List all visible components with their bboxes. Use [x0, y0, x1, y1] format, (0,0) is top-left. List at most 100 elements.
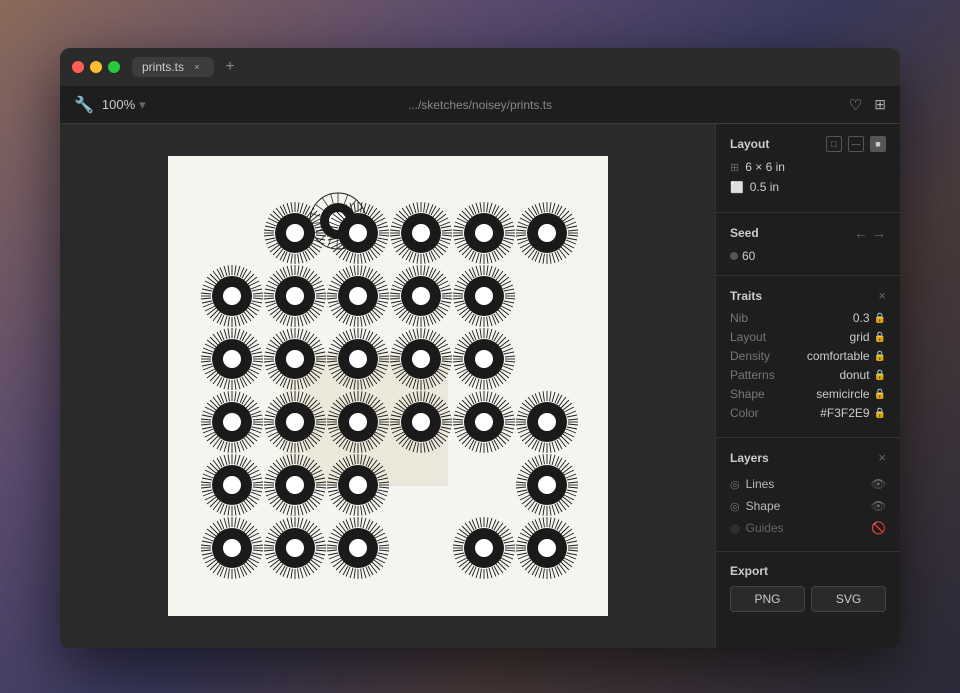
- trait-shape-value: semicircle: [816, 387, 869, 401]
- trait-density-value: comfortable: [807, 349, 870, 363]
- export-section-header: Export: [730, 564, 886, 578]
- trait-patterns-value: donut: [840, 368, 870, 382]
- tab-close-button[interactable]: ×: [190, 60, 204, 74]
- seed-section-header: Seed ← →: [730, 225, 886, 241]
- traffic-lights: [72, 61, 120, 73]
- trait-density-label: Density: [730, 349, 770, 363]
- toolbar-right: ♡ ⊞: [766, 96, 886, 114]
- layer-lines-visibility-button[interactable]: 👁: [871, 477, 886, 491]
- margin-row: ⬜ 0.5 in: [730, 180, 886, 194]
- trait-density-lock-icon[interactable]: 🔒: [874, 351, 886, 362]
- tab-title: prints.ts: [142, 60, 184, 74]
- zoom-chevron-icon: ▾: [139, 97, 146, 113]
- seed-title: Seed: [730, 226, 759, 240]
- layout-section: Layout □ — ■ ⊞ 6 × 6 in ⬜ 0.5 in: [716, 124, 900, 213]
- toolbar-left: 🔧 100% ▾: [74, 95, 194, 115]
- toolbar: 🔧 100% ▾ .../sketches/noisey/prints.ts ♡…: [60, 86, 900, 124]
- trait-color: Color #F3F2E9 🔒: [730, 406, 886, 420]
- trait-shape-label: Shape: [730, 387, 765, 401]
- margin-value: 0.5 in: [750, 180, 886, 194]
- export-buttons: PNG SVG: [730, 586, 886, 612]
- maximize-button[interactable]: [108, 61, 120, 73]
- trait-color-value-group: #F3F2E9 🔒: [820, 406, 886, 420]
- layer-shape-name: Shape: [746, 499, 781, 513]
- layer-shape-visibility-button[interactable]: 👁: [871, 499, 886, 513]
- trait-layout-lock-icon[interactable]: 🔒: [874, 332, 886, 343]
- layout-title: Layout: [730, 137, 769, 151]
- traits-section-header: Traits ×: [730, 288, 886, 303]
- dimensions-value: 6 × 6 in: [745, 160, 886, 174]
- trait-nib-label: Nib: [730, 311, 748, 325]
- export-section: Export PNG SVG: [716, 552, 900, 624]
- traits-title: Traits: [730, 289, 762, 303]
- trait-nib-lock-icon[interactable]: 🔒: [874, 313, 886, 324]
- layer-guides-left: ◎ Guides: [730, 521, 784, 535]
- seed-value-row: 60: [730, 249, 886, 263]
- seed-navigation: ← →: [854, 225, 886, 241]
- trait-patterns-value-group: donut 🔒: [840, 368, 886, 382]
- app-window: prints.ts × + 🔧 100% ▾ .../sketches/nois…: [60, 48, 900, 648]
- dimensions-row: ⊞ 6 × 6 in: [730, 160, 886, 174]
- layer-guides-visibility-button[interactable]: 🚫: [871, 521, 886, 535]
- layers-section-header: Layers ×: [730, 450, 886, 465]
- layer-lines-left: ◎ Lines: [730, 477, 774, 491]
- layer-guides-icon: ◎: [730, 522, 740, 535]
- close-button[interactable]: [72, 61, 84, 73]
- seed-value: 60: [742, 249, 755, 263]
- trait-nib-value-group: 0.3 🔒: [853, 311, 886, 325]
- layer-lines: ◎ Lines 👁: [730, 473, 886, 495]
- traits-section: Traits × Nib 0.3 🔒 Layout grid: [716, 276, 900, 438]
- seed-section: Seed ← → 60: [716, 213, 900, 276]
- grid-view-icon[interactable]: ⊞: [874, 96, 886, 113]
- trait-patterns: Patterns donut 🔒: [730, 368, 886, 382]
- zoom-value: 100%: [102, 97, 135, 112]
- trait-layout: Layout grid 🔒: [730, 330, 886, 344]
- layers-close-button[interactable]: ×: [878, 450, 886, 465]
- title-bar: prints.ts × +: [60, 48, 900, 86]
- trait-shape-lock-icon[interactable]: 🔒: [874, 389, 886, 400]
- zoom-control[interactable]: 100% ▾: [102, 97, 146, 113]
- export-png-button[interactable]: PNG: [730, 586, 805, 612]
- layout-actions: □ — ■: [826, 136, 886, 152]
- right-panel: Layout □ — ■ ⊞ 6 × 6 in ⬜ 0.5 in: [715, 124, 900, 648]
- active-tab[interactable]: prints.ts ×: [132, 57, 214, 77]
- file-path: .../sketches/noisey/prints.ts: [194, 98, 766, 112]
- layer-guides: ◎ Guides 🚫: [730, 517, 886, 539]
- export-title: Export: [730, 564, 768, 578]
- seed-prev-button[interactable]: ←: [854, 225, 868, 241]
- layout-icon-fill[interactable]: ■: [870, 136, 886, 152]
- trait-shape-value-group: semicircle 🔒: [816, 387, 886, 401]
- trait-patterns-lock-icon[interactable]: 🔒: [874, 370, 886, 381]
- seed-dot-indicator: [730, 252, 738, 260]
- trait-density: Density comfortable 🔒: [730, 349, 886, 363]
- trait-layout-value-group: grid 🔒: [850, 330, 886, 344]
- tab-area: prints.ts × +: [132, 57, 240, 77]
- minimize-button[interactable]: [90, 61, 102, 73]
- layout-icon-square[interactable]: □: [826, 136, 842, 152]
- layer-shape-left: ◎ Shape: [730, 499, 780, 513]
- new-tab-button[interactable]: +: [220, 57, 240, 77]
- trait-layout-label: Layout: [730, 330, 766, 344]
- trait-patterns-label: Patterns: [730, 368, 775, 382]
- export-svg-button[interactable]: SVG: [811, 586, 886, 612]
- seed-next-button[interactable]: →: [872, 225, 886, 241]
- tool-icon[interactable]: 🔧: [74, 95, 94, 115]
- trait-color-lock-icon[interactable]: 🔒: [874, 408, 886, 419]
- trait-shape: Shape semicircle 🔒: [730, 387, 886, 401]
- pattern-svg: [178, 166, 598, 606]
- trait-nib-value: 0.3: [853, 311, 870, 325]
- layer-guides-name: Guides: [746, 521, 784, 535]
- traits-close-button[interactable]: ×: [878, 288, 886, 303]
- layers-section: Layers × ◎ Lines 👁 ◎ Shape 👁: [716, 438, 900, 552]
- trait-color-value: #F3F2E9: [820, 406, 869, 420]
- heart-icon[interactable]: ♡: [849, 96, 862, 114]
- trait-density-value-group: comfortable 🔒: [807, 349, 886, 363]
- canvas-area: [60, 124, 715, 648]
- canvas-paper: [168, 156, 608, 616]
- trait-nib: Nib 0.3 🔒: [730, 311, 886, 325]
- trait-color-label: Color: [730, 406, 759, 420]
- layout-icon-dash[interactable]: —: [848, 136, 864, 152]
- main-content: Layout □ — ■ ⊞ 6 × 6 in ⬜ 0.5 in: [60, 124, 900, 648]
- traits-list: Nib 0.3 🔒 Layout grid 🔒: [730, 311, 886, 420]
- layers-title: Layers: [730, 451, 769, 465]
